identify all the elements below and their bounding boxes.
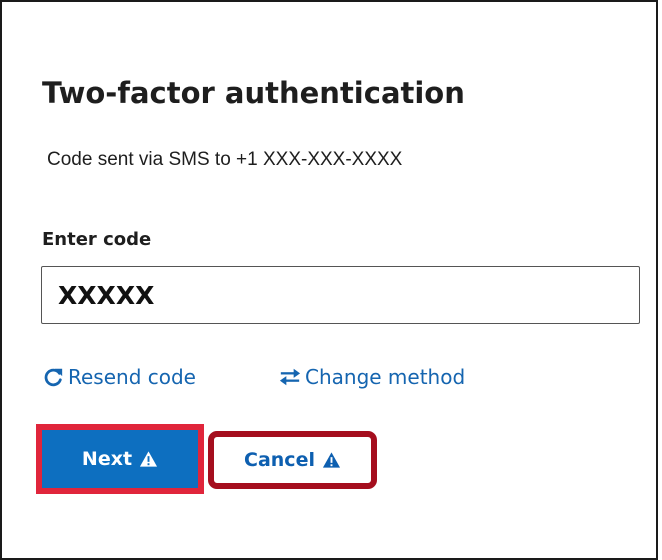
refresh-icon [44, 368, 63, 387]
resend-code-link[interactable]: Resend code [42, 365, 196, 389]
cancel-button[interactable]: Cancel [214, 437, 371, 483]
next-button[interactable]: Next [42, 430, 198, 488]
page-title: Two-factor authentication [42, 76, 465, 110]
sms-info-text: Code sent via SMS to +1 XXX-XXX-XXXX [47, 149, 403, 170]
code-input[interactable] [41, 266, 640, 324]
warning-icon [322, 452, 341, 468]
change-method-label: Change method [305, 365, 466, 389]
code-field-label: Enter code [42, 229, 152, 250]
warning-icon [140, 451, 158, 467]
change-method-link[interactable]: Change method [279, 365, 465, 389]
cancel-button-label: Cancel [244, 449, 315, 471]
resend-code-label: Resend code [68, 365, 196, 389]
next-button-label: Next [81, 448, 133, 470]
swap-arrows-icon [279, 368, 301, 386]
